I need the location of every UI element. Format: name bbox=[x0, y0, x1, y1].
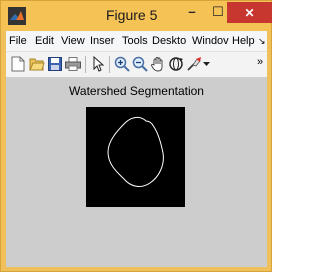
menu-bar: File Edit View Inser Tools Deskto Windov… bbox=[6, 31, 267, 52]
menu-insert[interactable]: Inser bbox=[90, 35, 114, 47]
open-file-icon bbox=[29, 58, 45, 71]
title-bar[interactable]: Figure 5 – ☐ ✕ bbox=[1, 1, 272, 31]
client-area: File Edit View Inser Tools Deskto Windov… bbox=[6, 31, 267, 267]
toolbar-separator bbox=[85, 56, 86, 73]
pan-icon bbox=[151, 57, 163, 72]
pointer-icon bbox=[93, 56, 104, 72]
window-title: Figure 5 bbox=[106, 7, 158, 23]
save-button[interactable] bbox=[46, 55, 64, 73]
watershed-contour bbox=[107, 116, 164, 187]
segmentation-image[interactable] bbox=[86, 107, 185, 207]
maximize-icon: ☐ bbox=[212, 3, 224, 19]
figure-canvas: Watershed Segmentation bbox=[6, 78, 267, 267]
save-icon bbox=[48, 57, 62, 71]
rotate-3d-button[interactable] bbox=[167, 55, 185, 73]
menu-desktop[interactable]: Deskto bbox=[152, 35, 186, 47]
data-cursor-icon bbox=[187, 57, 201, 71]
print-icon bbox=[65, 57, 81, 71]
menu-file[interactable]: File bbox=[9, 35, 27, 47]
data-cursor-dropdown[interactable] bbox=[201, 55, 211, 73]
close-button[interactable]: ✕ bbox=[227, 2, 272, 23]
minimize-button[interactable]: – bbox=[179, 1, 205, 22]
menu-view[interactable]: View bbox=[61, 35, 85, 47]
toolbar-separator bbox=[109, 56, 110, 73]
axes-title: Watershed Segmentation bbox=[69, 84, 204, 98]
figure-toolbar: » bbox=[6, 52, 267, 78]
zoom-in-button[interactable] bbox=[113, 55, 131, 73]
zoom-in-icon bbox=[114, 56, 130, 72]
dropdown-arrow-icon bbox=[202, 62, 210, 66]
print-button[interactable] bbox=[64, 55, 82, 73]
new-figure-icon bbox=[11, 56, 25, 72]
matlab-logo-icon bbox=[8, 7, 26, 25]
zoom-out-icon bbox=[132, 56, 148, 72]
open-file-button[interactable] bbox=[28, 55, 46, 73]
toolbar-overflow-icon[interactable]: » bbox=[257, 56, 263, 68]
menu-overflow-icon[interactable]: ↘ bbox=[258, 36, 266, 47]
close-icon: ✕ bbox=[244, 5, 255, 20]
menu-edit[interactable]: Edit bbox=[35, 35, 54, 47]
new-figure-button[interactable] bbox=[9, 55, 27, 73]
menu-window[interactable]: Windov bbox=[192, 35, 229, 47]
menu-help[interactable]: Help bbox=[232, 35, 255, 47]
edit-plot-button[interactable] bbox=[89, 55, 107, 73]
minimize-icon: – bbox=[188, 4, 196, 19]
pan-button[interactable] bbox=[149, 55, 167, 73]
menu-tools[interactable]: Tools bbox=[122, 35, 148, 47]
rotate-3d-icon bbox=[169, 57, 183, 71]
zoom-out-button[interactable] bbox=[131, 55, 149, 73]
figure-window: Figure 5 – ☐ ✕ File Edit View Inser Tool… bbox=[0, 0, 272, 272]
